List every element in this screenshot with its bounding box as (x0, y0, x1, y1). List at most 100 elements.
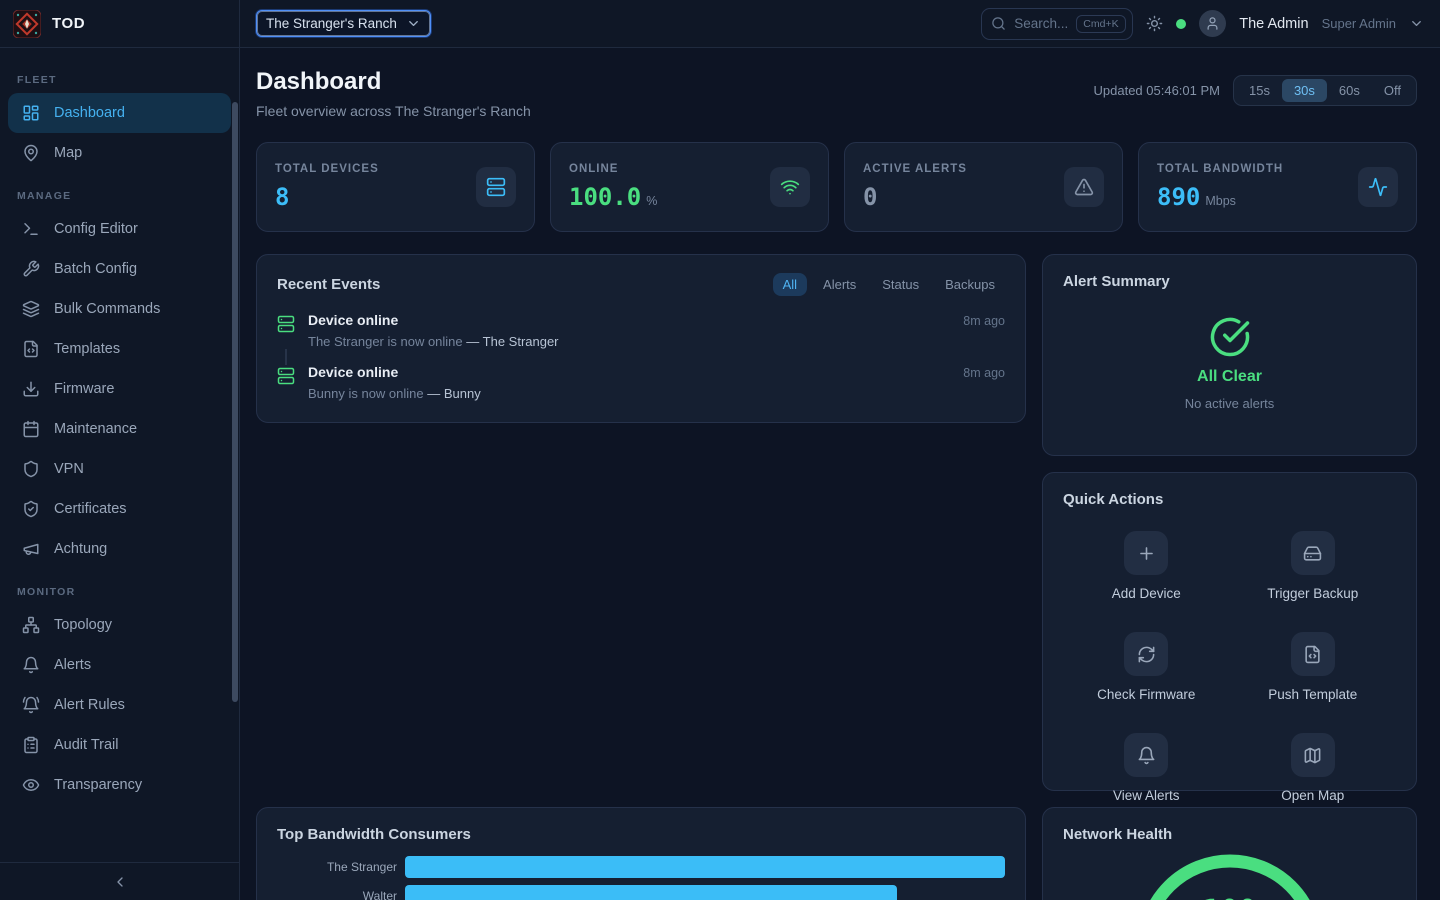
quick-action-label: Add Device (1112, 586, 1181, 601)
sidebar-item-topology[interactable]: Topology (8, 605, 231, 645)
brand: TOD (0, 0, 240, 47)
sidebar-item-achtung[interactable]: Achtung (8, 529, 231, 569)
stat-card-total-bandwidth: TOTAL BANDWIDTH890Mbps (1138, 142, 1417, 232)
sidebar-item-alerts[interactable]: Alerts (8, 645, 231, 685)
quick-action-button[interactable] (1291, 733, 1335, 777)
sidebar-item-label: Bulk Commands (54, 301, 160, 317)
sidebar-item-label: Templates (54, 341, 120, 357)
quick-action-trigger-backup[interactable]: Trigger Backup (1230, 531, 1397, 601)
stat-suffix: Mbps (1205, 194, 1236, 208)
sidebar: FLEETDashboardMapMANAGEConfig EditorBatc… (0, 48, 240, 900)
quick-action-button[interactable] (1124, 632, 1168, 676)
download-icon (22, 380, 40, 398)
sidebar-item-label: Batch Config (54, 261, 137, 277)
refresh-option-off[interactable]: Off (1372, 79, 1413, 102)
quick-action-push-template[interactable]: Push Template (1230, 632, 1397, 702)
megaphone-icon (22, 540, 40, 558)
sidebar-scrollbar[interactable] (232, 102, 238, 702)
bandwidth-card: Top Bandwidth Consumers The StrangerWalt… (256, 807, 1026, 900)
nav-section-label: FLEET (17, 74, 222, 86)
sidebar-collapse-button[interactable] (0, 862, 239, 900)
quick-action-button[interactable] (1291, 531, 1335, 575)
sidebar-item-maintenance[interactable]: Maintenance (8, 409, 231, 449)
sidebar-item-label: Maintenance (54, 421, 137, 437)
bandwidth-device-label: Walter (277, 889, 397, 900)
recent-events-card: Recent Events AllAlertsStatusBackups Dev… (256, 254, 1026, 423)
sidebar-item-config-editor[interactable]: Config Editor (8, 209, 231, 249)
stat-value-row: 890 Mbps (1157, 183, 1283, 211)
avatar[interactable] (1199, 10, 1226, 37)
bandwidth-row: Walter (277, 885, 1005, 900)
sidebar-item-label: Achtung (54, 541, 107, 557)
chevron-left-icon (112, 874, 128, 890)
alert-status-text: All Clear (1197, 368, 1262, 386)
calendar-icon (22, 420, 40, 438)
alert-triangle-icon (1074, 177, 1094, 197)
sidebar-item-map[interactable]: Map (8, 133, 231, 173)
refresh-option-30s[interactable]: 30s (1282, 79, 1327, 102)
stat-label: TOTAL DEVICES (275, 163, 379, 175)
user-name: The Admin (1239, 16, 1308, 32)
quick-action-button[interactable] (1124, 531, 1168, 575)
user-menu-chevron-icon[interactable] (1409, 16, 1424, 31)
network-health-value: 100 (1135, 894, 1325, 900)
sidebar-item-label: Firmware (54, 381, 114, 397)
quick-action-label: Push Template (1268, 687, 1357, 702)
stat-icon-box (770, 167, 810, 207)
network-health-title: Network Health (1063, 826, 1172, 843)
bandwidth-row: The Stranger (277, 856, 1005, 878)
sidebar-item-bulk-commands[interactable]: Bulk Commands (8, 289, 231, 329)
search-input[interactable]: Search... Cmd+K (981, 8, 1133, 40)
quick-action-check-firmware[interactable]: Check Firmware (1063, 632, 1230, 702)
sidebar-item-certificates[interactable]: Certificates (8, 489, 231, 529)
quick-action-button[interactable] (1124, 733, 1168, 777)
quick-action-open-map[interactable]: Open Map (1230, 733, 1397, 803)
sun-icon[interactable] (1146, 15, 1163, 32)
main-content: Dashboard Fleet overview across The Stra… (240, 48, 1440, 900)
tab-backups[interactable]: Backups (935, 273, 1005, 296)
check-circle-icon (1209, 316, 1251, 358)
quick-action-view-alerts[interactable]: View Alerts (1063, 733, 1230, 803)
bell-icon (22, 656, 40, 674)
quick-actions-grid: Add Device Trigger BackupCheck Firmware Pu… (1063, 531, 1396, 803)
sidebar-item-transparency[interactable]: Transparency (8, 765, 231, 805)
tab-status[interactable]: Status (872, 273, 929, 296)
sidebar-item-dashboard[interactable]: Dashboard (8, 93, 231, 133)
tab-alerts[interactable]: Alerts (813, 273, 866, 296)
sidebar-item-audit-trail[interactable]: Audit Trail (8, 725, 231, 765)
status-dot (1176, 19, 1186, 29)
sidebar-item-alert-rules[interactable]: Alert Rules (8, 685, 231, 725)
sidebar-item-firmware[interactable]: Firmware (8, 369, 231, 409)
quick-actions-title: Quick Actions (1063, 491, 1163, 508)
stat-value: 8 (275, 183, 289, 211)
refresh-option-60s[interactable]: 60s (1327, 79, 1372, 102)
alert-summary-title: Alert Summary (1063, 273, 1396, 290)
org-selector[interactable]: The Stranger's Ranch (256, 10, 431, 37)
stat-value-row: 100.0% (569, 183, 657, 211)
app-logo-icon (13, 10, 41, 38)
sidebar-item-vpn[interactable]: VPN (8, 449, 231, 489)
stat-icon-box (1358, 167, 1398, 207)
user-role: Super Admin (1322, 16, 1396, 31)
quick-action-button[interactable] (1291, 632, 1335, 676)
quick-action-add-device[interactable]: Add Device (1063, 531, 1230, 601)
tab-all[interactable]: All (773, 273, 807, 296)
quick-action-label: Open Map (1281, 788, 1344, 803)
sidebar-item-batch-config[interactable]: Batch Config (8, 249, 231, 289)
topbar-main: The Stranger's Ranch Search... Cmd+K The… (240, 0, 1440, 47)
stat-icon-box (1064, 167, 1104, 207)
stats-row: TOTAL DEVICES8ONLINE100.0%ACTIVE ALERTS0… (256, 142, 1417, 232)
refresh-icon (1137, 645, 1156, 664)
hard-drive-icon (1303, 544, 1322, 563)
bandwidth-device-label: The Stranger (277, 860, 397, 874)
sidebar-item-label: Alert Rules (54, 697, 125, 713)
wrench-icon (22, 260, 40, 278)
activity-icon (1368, 177, 1388, 197)
sidebar-item-label: Audit Trail (54, 737, 118, 753)
search-placeholder: Search... (1014, 16, 1068, 31)
sidebar-item-templates[interactable]: Templates (8, 329, 231, 369)
sidebar-item-label: VPN (54, 461, 84, 477)
event-device-name: — The Stranger (466, 334, 558, 349)
stat-value: 890 (1157, 183, 1200, 211)
refresh-option-15s[interactable]: 15s (1237, 79, 1282, 102)
